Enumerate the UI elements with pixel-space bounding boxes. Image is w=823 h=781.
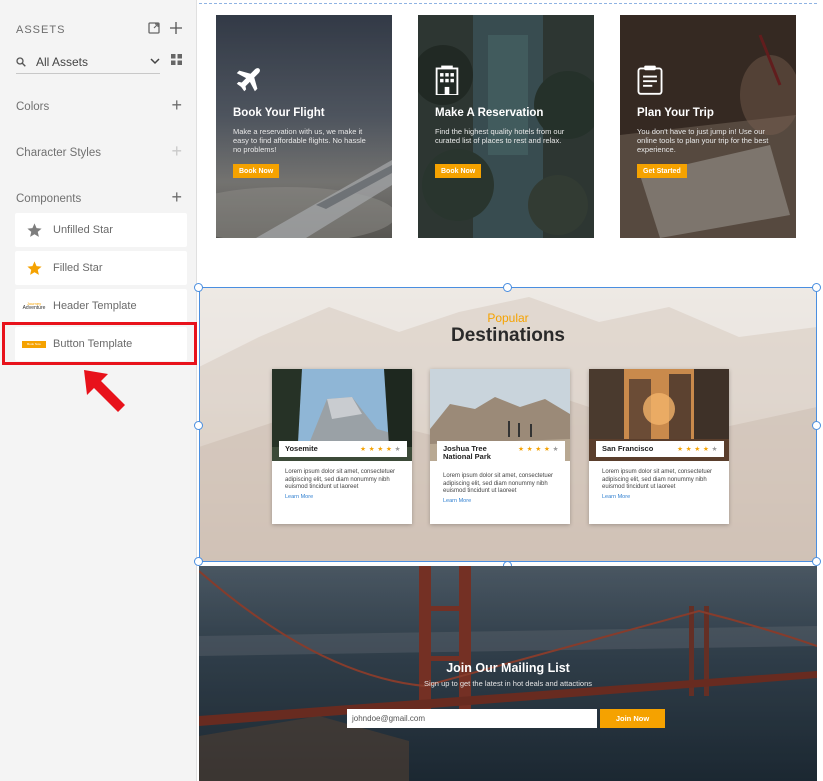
hero-card-reservation[interactable]: Make A Reservation Find the highest qual… bbox=[418, 15, 594, 238]
component-label: Unfilled Star bbox=[53, 224, 113, 236]
component-label: Filled Star bbox=[53, 262, 103, 274]
components-section-label[interactable]: Components bbox=[16, 193, 81, 205]
airplane-icon bbox=[236, 68, 260, 92]
mini-header-main: Adventure bbox=[22, 305, 46, 311]
star-filled-icon bbox=[15, 260, 53, 277]
link-library-icon[interactable] bbox=[148, 22, 160, 34]
hero-card-desc: Make a reservation with us, we make it e… bbox=[233, 127, 366, 154]
component-label: Header Template bbox=[53, 300, 137, 312]
hero-card-plan[interactable]: Plan Your Trip You don't have to just ju… bbox=[620, 15, 796, 238]
resize-handle-top-right[interactable] bbox=[812, 283, 821, 292]
join-now-button[interactable]: Join Now bbox=[600, 709, 665, 728]
selection-frame bbox=[199, 287, 817, 562]
hotel-icon bbox=[435, 65, 459, 95]
component-filled-star[interactable]: Filled Star bbox=[15, 251, 187, 285]
hero-card-desc: You don't have to just jump in! Use our … bbox=[637, 127, 769, 154]
add-character-style-icon: + bbox=[171, 141, 182, 161]
clipboard-icon bbox=[637, 65, 663, 95]
colors-section-label[interactable]: Colors bbox=[16, 101, 49, 113]
hero-card-desc: Find the highest quality hotels from our… bbox=[435, 127, 565, 145]
header-thumbnail: Journey Adventure bbox=[15, 301, 53, 311]
add-component-icon[interactable]: + bbox=[171, 188, 182, 206]
resize-handle-bottom-right[interactable] bbox=[812, 557, 821, 566]
resize-handle-top-left[interactable] bbox=[194, 283, 203, 292]
mailing-list-section[interactable]: Join Our Mailing List Sign up to get the… bbox=[199, 566, 817, 781]
get-started-button[interactable]: Get Started bbox=[637, 164, 687, 178]
highlight-annotation bbox=[2, 322, 197, 365]
resize-handle-bottom-left[interactable] bbox=[194, 557, 203, 566]
assets-filter-dropdown[interactable]: All Assets bbox=[16, 50, 160, 74]
resize-handle-left[interactable] bbox=[194, 421, 203, 430]
hero-card-title: Book Your Flight bbox=[233, 107, 325, 119]
resize-handle-top[interactable] bbox=[503, 283, 512, 292]
add-color-icon[interactable]: + bbox=[171, 96, 182, 114]
red-arrow-annotation bbox=[84, 370, 125, 412]
hero-card-title: Plan Your Trip bbox=[637, 107, 714, 119]
search-icon bbox=[16, 56, 26, 67]
component-unfilled-star[interactable]: Unfilled Star bbox=[15, 213, 187, 247]
hero-card-title: Make A Reservation bbox=[435, 107, 544, 119]
assets-filter-label: All Assets bbox=[36, 54, 89, 69]
book-flight-button[interactable]: Book Now bbox=[233, 164, 280, 178]
email-input[interactable]: johndoe@gmail.com bbox=[347, 709, 597, 728]
hero-card-flight[interactable]: Book Your Flight Make a reservation with… bbox=[216, 15, 392, 238]
mailing-subtitle: Sign up to get the latest in hot deals a… bbox=[423, 679, 593, 688]
component-header-template[interactable]: Journey Adventure Header Template bbox=[15, 289, 187, 323]
assets-header-actions bbox=[148, 22, 182, 34]
resize-handle-right[interactable] bbox=[812, 421, 821, 430]
star-outline-icon bbox=[15, 222, 53, 239]
guide-line bbox=[199, 3, 817, 4]
assets-header: ASSETS bbox=[16, 24, 66, 36]
add-asset-icon[interactable] bbox=[170, 22, 182, 34]
chevron-down-icon bbox=[150, 58, 160, 65]
grid-view-icon[interactable] bbox=[171, 54, 182, 65]
mailing-title: Join Our Mailing List bbox=[446, 661, 570, 675]
character-styles-section-label[interactable]: Character Styles bbox=[16, 147, 101, 159]
book-reservation-button[interactable]: Book Now bbox=[435, 164, 482, 178]
artboard-canvas[interactable]: Book Your Flight Make a reservation with… bbox=[194, 0, 823, 781]
